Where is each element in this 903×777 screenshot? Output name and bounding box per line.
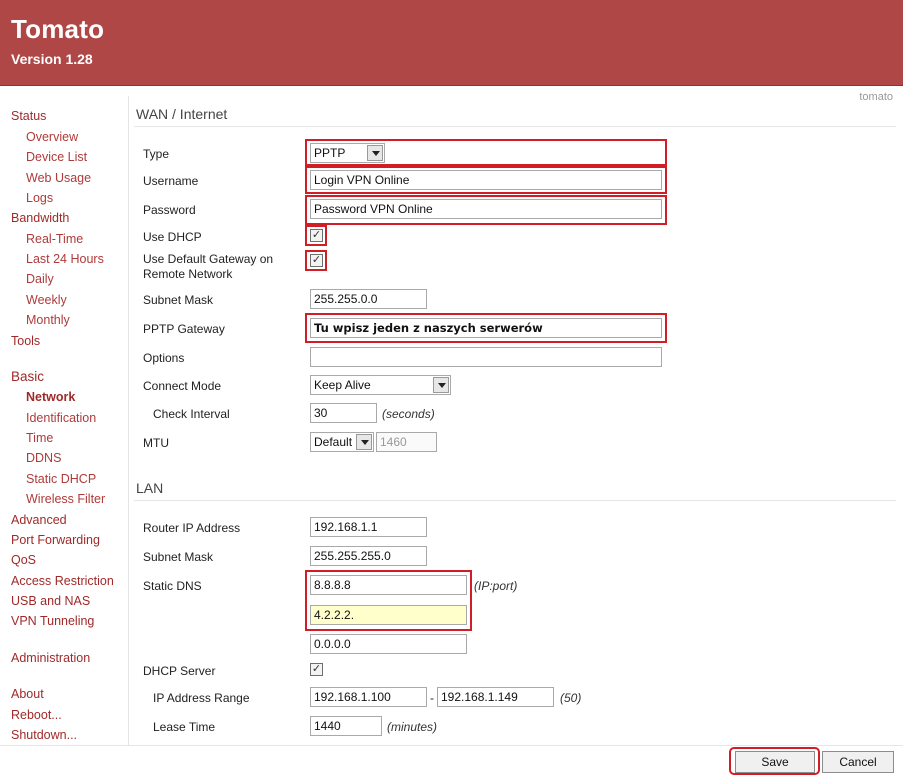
router-name-label: tomato <box>859 91 893 103</box>
sidebar-item-advanced[interactable]: Advanced <box>11 513 67 527</box>
sidebar-item-administration[interactable]: Administration <box>11 651 90 665</box>
mtu-mode-value: Default <box>314 435 353 449</box>
content-divider <box>128 96 129 746</box>
sidebar-item-monthly[interactable]: Monthly <box>26 313 70 327</box>
dhcp-server-checkbox[interactable]: ✓ <box>310 663 323 676</box>
lease-time-label: Lease Time <box>153 720 216 734</box>
sidebar-item-real-time[interactable]: Real-Time <box>26 232 83 246</box>
use-default-gateway-label: Use Default Gateway on Remote Network <box>143 252 274 281</box>
dns-hint: (IP:port) <box>474 579 518 593</box>
sidebar-item-status[interactable]: Status <box>11 109 46 123</box>
router-ip-input[interactable]: 192.168.1.1 <box>310 517 427 537</box>
app-title: Tomato <box>11 14 105 44</box>
pptp-gateway-input[interactable]: Tu wpisz jeden z naszych serwerów <box>310 318 662 338</box>
sidebar-item-basic[interactable]: Basic <box>11 369 44 384</box>
check-interval-hint: (seconds) <box>382 407 435 421</box>
mtu-label: MTU <box>143 436 169 450</box>
ip-range-end-input[interactable]: 192.168.1.149 <box>437 687 554 707</box>
lan-subnet-mask-label: Subnet Mask <box>143 550 214 564</box>
sidebar-item-shutdown[interactable]: Shutdown... <box>11 728 77 742</box>
sidebar-item-bandwidth[interactable]: Bandwidth <box>11 211 69 225</box>
sidebar-item-usb-and-nas[interactable]: USB and NAS <box>11 594 90 608</box>
sidebar-item-wireless-filter[interactable]: Wireless Filter <box>26 492 105 506</box>
mtu-mode-select[interactable]: Default <box>310 432 374 452</box>
wan-type-value: PPTP <box>314 146 346 160</box>
sidebar-item-web-usage[interactable]: Web Usage <box>26 171 91 185</box>
connect-mode-label: Connect Mode <box>143 379 222 393</box>
lan-subnet-mask-input[interactable]: 255.255.255.0 <box>310 546 427 566</box>
cancel-button[interactable]: Cancel <box>822 751 894 773</box>
wan-subnet-mask-input[interactable]: 255.255.0.0 <box>310 289 427 309</box>
sidebar-item-about[interactable]: About <box>11 687 44 701</box>
sidebar-item-device-list[interactable]: Device List <box>26 150 87 164</box>
type-label: Type <box>143 147 170 161</box>
sidebar-item-ddns[interactable]: DDNS <box>26 451 61 465</box>
sidebar-item-port-forwarding[interactable]: Port Forwarding <box>11 533 100 547</box>
sidebar-item-time[interactable]: Time <box>26 431 53 445</box>
connect-mode-value: Keep Alive <box>314 378 371 392</box>
sidebar-item-vpn-tunneling[interactable]: VPN Tunneling <box>11 614 94 628</box>
app-header: Tomato Version 1.28 <box>0 0 903 86</box>
check-interval-input[interactable]: 30 <box>310 403 377 423</box>
section-title-lan: LAN <box>136 480 164 496</box>
sidebar-nav <box>0 86 128 777</box>
dhcp-server-label: DHCP Server <box>143 664 216 678</box>
sidebar-item-network[interactable]: Network <box>26 390 75 404</box>
dns-2-input[interactable]: 4.2.2.2. <box>310 605 467 625</box>
sidebar-item-access-restriction[interactable]: Access Restriction <box>11 574 114 588</box>
sidebar-item-qos[interactable]: QoS <box>11 553 36 567</box>
ip-range-separator: - <box>430 691 434 705</box>
connect-mode-select[interactable]: Keep Alive <box>310 375 451 395</box>
sidebar-item-daily[interactable]: Daily <box>26 272 54 286</box>
section-divider <box>134 500 896 501</box>
ip-range-start-input[interactable]: 192.168.1.100 <box>310 687 427 707</box>
ip-range-label: IP Address Range <box>153 691 250 705</box>
router-ip-label: Router IP Address <box>143 521 241 535</box>
options-input[interactable] <box>310 347 662 367</box>
sidebar-item-last-24-hours[interactable]: Last 24 Hours <box>26 252 104 266</box>
pptp-gateway-label: PPTP Gateway <box>143 322 225 336</box>
chevron-down-icon <box>433 377 449 393</box>
password-label: Password <box>143 203 196 217</box>
sidebar-item-identification[interactable]: Identification <box>26 411 96 425</box>
use-default-gateway-checkbox[interactable]: ✓ <box>310 254 323 267</box>
wan-type-select[interactable]: PPTP <box>310 143 385 163</box>
sidebar-item-logs[interactable]: Logs <box>26 191 53 205</box>
sidebar-item-static-dhcp[interactable]: Static DHCP <box>26 472 96 486</box>
section-divider <box>134 126 896 127</box>
lease-time-hint: (minutes) <box>387 720 438 734</box>
section-title-wan: WAN / Internet <box>136 106 228 122</box>
dns-1-input[interactable]: 8.8.8.8 <box>310 575 467 595</box>
sidebar-item-tools[interactable]: Tools <box>11 334 40 348</box>
check-interval-label: Check Interval <box>153 407 230 421</box>
save-button[interactable]: Save <box>735 751 815 773</box>
wan-subnet-mask-label: Subnet Mask <box>143 293 214 307</box>
dns-3-input[interactable]: 0.0.0.0 <box>310 634 467 654</box>
sidebar-item-overview[interactable]: Overview <box>26 130 78 144</box>
static-dns-label: Static DNS <box>143 579 202 593</box>
mtu-input[interactable]: 1460 <box>376 432 437 452</box>
chevron-down-icon <box>367 145 383 161</box>
sidebar-item-weekly[interactable]: Weekly <box>26 293 67 307</box>
ip-range-count: (50) <box>560 691 582 705</box>
use-dhcp-label: Use DHCP <box>143 230 202 244</box>
username-label: Username <box>143 174 199 188</box>
use-dhcp-checkbox[interactable]: ✓ <box>310 229 323 242</box>
password-input[interactable]: Password VPN Online <box>310 199 662 219</box>
username-input[interactable]: Login VPN Online <box>310 170 662 190</box>
app-version: Version 1.28 <box>11 51 93 67</box>
chevron-down-icon <box>356 434 372 450</box>
sidebar-item-reboot[interactable]: Reboot... <box>11 708 62 722</box>
lease-time-input[interactable]: 1440 <box>310 716 382 736</box>
options-label: Options <box>143 351 185 365</box>
